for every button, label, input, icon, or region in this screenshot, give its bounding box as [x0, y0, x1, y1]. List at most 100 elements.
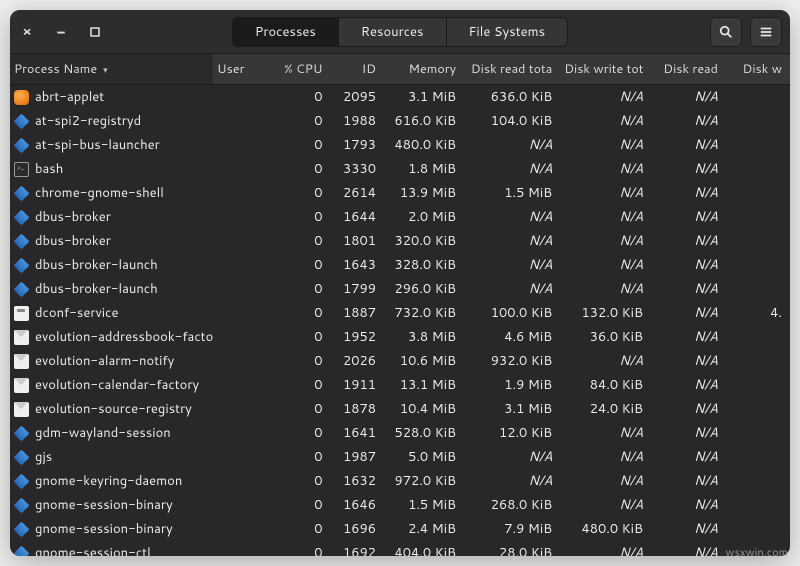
table-row[interactable]: bash033301.8 MiBN/AN/AN/A — [10, 157, 790, 181]
cell: 0 — [266, 253, 330, 277]
cell — [213, 157, 266, 181]
cell: N/A — [560, 133, 651, 157]
process-name: gnome-session-ctl — [35, 544, 151, 556]
cell: 0 — [266, 541, 330, 556]
cell: 3330 — [331, 157, 384, 181]
search-button[interactable] — [710, 17, 742, 47]
process-name-cell: abrt-applet — [10, 85, 213, 110]
cell: 1.5 MiB — [464, 181, 560, 205]
tab-resources[interactable]: Resources — [339, 18, 447, 46]
table-row[interactable]: at-spi2-registryd01988616.0 KiB104.0 KiB… — [10, 109, 790, 133]
cell: 7.9 MiB — [464, 517, 560, 541]
table-row[interactable]: evolution-source-registry0187810.4 MiB3.… — [10, 397, 790, 421]
cell: N/A — [464, 469, 560, 493]
cell: 0 — [266, 517, 330, 541]
table-row[interactable]: evolution-calendar-factory0191113.1 MiB1… — [10, 373, 790, 397]
cell: 268.0 KiB — [464, 493, 560, 517]
minimize-button[interactable]: _ — [52, 19, 70, 37]
table-row[interactable]: evolution-addressbook-factory019523.8 Mi… — [10, 325, 790, 349]
tab-filesystems[interactable]: File Systems — [447, 18, 568, 46]
cell: 1632 — [331, 469, 384, 493]
table-row[interactable]: gdm-wayland-session01641528.0 KiB12.0 Ki… — [10, 421, 790, 445]
table-row[interactable]: gnome-keyring-daemon01632972.0 KiBN/AN/A… — [10, 469, 790, 493]
cell: 0 — [266, 133, 330, 157]
table-row[interactable]: dbus-broker01801320.0 KiBN/AN/AN/A — [10, 229, 790, 253]
column-header[interactable]: User — [213, 54, 266, 85]
column-header[interactable]: Memory — [384, 54, 464, 85]
process-name: chrome-gnome-shell — [35, 184, 164, 202]
cell: 636.0 KiB — [464, 85, 560, 110]
table-row[interactable]: gnome-session-binary016962.4 MiB7.9 MiB4… — [10, 517, 790, 541]
menu-button[interactable] — [750, 17, 782, 47]
maximize-button[interactable] — [86, 23, 104, 41]
column-header[interactable]: Disk read — [651, 54, 726, 85]
cell — [726, 469, 790, 493]
cell: N/A — [651, 301, 726, 325]
cell — [213, 133, 266, 157]
cell: N/A — [560, 445, 651, 469]
table-row[interactable]: dconf-service01887732.0 KiB100.0 KiB132.… — [10, 301, 790, 325]
cell: N/A — [560, 253, 651, 277]
cell: N/A — [651, 493, 726, 517]
process-name: dbus-broker-launch — [35, 256, 158, 274]
cell: 13.1 MiB — [384, 373, 464, 397]
process-name: dbus-broker — [35, 208, 111, 226]
column-header[interactable]: Process Name▾ — [10, 54, 213, 85]
cell: N/A — [464, 157, 560, 181]
cell: N/A — [651, 421, 726, 445]
column-header[interactable]: ID — [331, 54, 384, 85]
process-name: gjs — [35, 448, 52, 466]
cell — [213, 85, 266, 110]
column-header[interactable]: Disk read tota — [464, 54, 560, 85]
column-header[interactable]: Disk w — [726, 54, 790, 85]
table-row[interactable]: evolution-alarm-notify0202610.6 MiB932.0… — [10, 349, 790, 373]
process-icon — [14, 449, 30, 465]
cell: 0 — [266, 181, 330, 205]
cell: N/A — [651, 373, 726, 397]
process-icon — [14, 281, 30, 297]
process-name-cell: gnome-keyring-daemon — [10, 469, 213, 493]
cell: N/A — [651, 181, 726, 205]
cell: N/A — [651, 85, 726, 110]
table-row[interactable]: gnome-session-ctl01692404.0 KiB28.0 KiBN… — [10, 541, 790, 556]
cell — [726, 373, 790, 397]
cell — [213, 253, 266, 277]
process-icon — [14, 113, 30, 129]
cell — [213, 325, 266, 349]
cell: 1987 — [331, 445, 384, 469]
cell — [726, 85, 790, 110]
process-name: gdm-wayland-session — [35, 424, 171, 442]
table-row[interactable]: gnome-session-binary016461.5 MiB268.0 Ki… — [10, 493, 790, 517]
column-header[interactable]: Disk write tot — [560, 54, 651, 85]
process-icon — [14, 402, 29, 417]
cell: 0 — [266, 373, 330, 397]
column-header[interactable]: % CPU — [266, 54, 330, 85]
cell: 2026 — [331, 349, 384, 373]
table-row[interactable]: gjs019875.0 MiBN/AN/AN/A — [10, 445, 790, 469]
cell: 104.0 KiB — [464, 109, 560, 133]
table-row[interactable]: at-spi-bus-launcher01793480.0 KiBN/AN/AN… — [10, 133, 790, 157]
cell — [213, 445, 266, 469]
table-row[interactable]: dbus-broker-launch01799296.0 KiBN/AN/AN/… — [10, 277, 790, 301]
table-row[interactable]: dbus-broker016442.0 MiBN/AN/AN/A — [10, 205, 790, 229]
cell: N/A — [560, 181, 651, 205]
cell — [213, 181, 266, 205]
cell — [213, 277, 266, 301]
cell: 732.0 KiB — [384, 301, 464, 325]
tab-processes[interactable]: Processes — [233, 18, 339, 46]
headerbar: × _ Processes Resources File Systems — [10, 10, 790, 54]
process-name: gnome-keyring-daemon — [35, 472, 182, 490]
cell — [726, 109, 790, 133]
process-name-cell: chrome-gnome-shell — [10, 181, 213, 205]
cell — [213, 397, 266, 421]
cell: 1641 — [331, 421, 384, 445]
cell: 1.5 MiB — [384, 493, 464, 517]
cell — [213, 205, 266, 229]
view-tabs: Processes Resources File Systems — [232, 17, 568, 47]
close-button[interactable]: × — [18, 23, 36, 41]
table-row[interactable]: chrome-gnome-shell0261413.9 MiB1.5 MiBN/… — [10, 181, 790, 205]
process-icon — [14, 545, 30, 556]
table-row[interactable]: abrt-applet020953.1 MiB636.0 KiBN/AN/A — [10, 85, 790, 110]
table-row[interactable]: dbus-broker-launch01643328.0 KiBN/AN/AN/… — [10, 253, 790, 277]
cell — [726, 325, 790, 349]
